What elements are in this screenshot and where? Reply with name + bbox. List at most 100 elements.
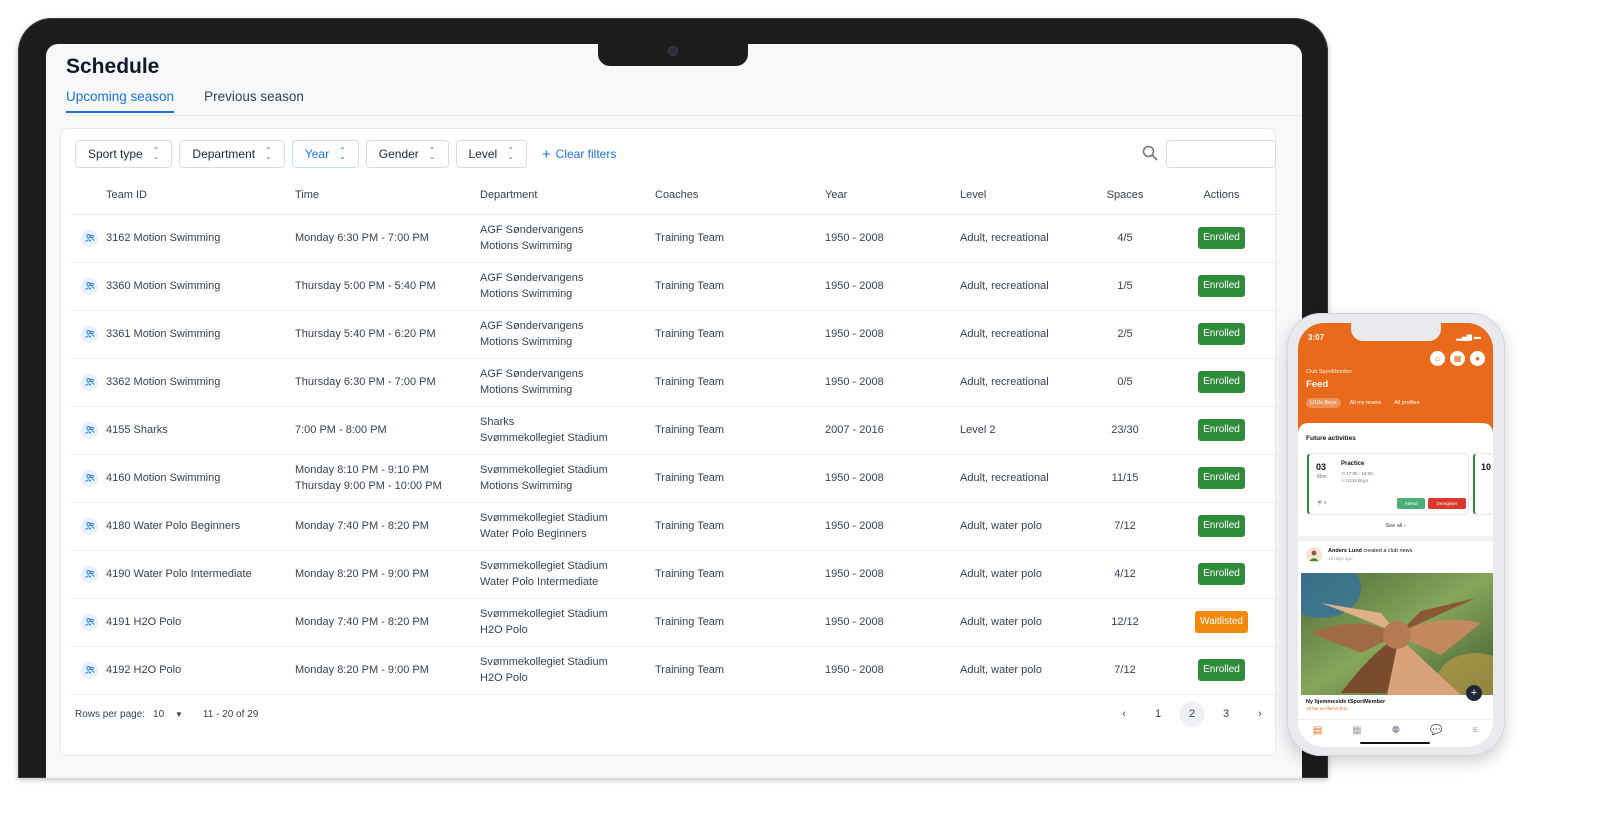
filter-label: Department <box>192 147 256 161</box>
time-line: Monday 7:40 PM - 8:20 PM <box>295 520 429 532</box>
filter-year[interactable]: Year ⌃ ⌄ <box>291 140 359 168</box>
table-row[interactable]: 3162 Motion Swimming Monday 6:30 PM - 7:0… <box>71 214 1278 263</box>
header-icons: ⌂ ▦ ● <box>1430 351 1485 366</box>
column-header-time[interactable]: Time <box>295 177 480 215</box>
cell-department: Svømmekollegiet Stadium Water Polo Beginn… <box>480 502 655 551</box>
attend-button[interactable]: Attend <box>1397 498 1425 509</box>
status-badge[interactable]: Waitlisted <box>1195 611 1248 633</box>
column-header-level[interactable]: Level <box>960 177 1085 215</box>
tab-previous-season[interactable]: Previous season <box>204 89 304 113</box>
activity-time: ◷ 17:00 - 18:00 <box>1341 471 1373 476</box>
status-badge[interactable]: Enrolled <box>1198 323 1245 345</box>
pill-all-profiles[interactable]: All profiles <box>1390 398 1423 408</box>
menu-tab-icon[interactable]: ≡ <box>1472 725 1478 736</box>
teams-tab-icon[interactable]: ⚉ <box>1391 725 1400 736</box>
home-icon[interactable]: ⌂ <box>1430 351 1445 366</box>
team-icon <box>81 613 98 631</box>
cell-coaches: Training Team <box>655 598 825 647</box>
cell-time: Monday 8:20 PM - 9:00 PM <box>295 646 480 695</box>
activity-name: Practice <box>1341 461 1365 467</box>
news-item[interactable]: Anders Lund created a club news 16 days … <box>1306 547 1412 563</box>
status-badge[interactable]: Enrolled <box>1198 515 1245 537</box>
table-row[interactable]: 4192 H2O Polo Monday 8:20 PM - 9:00 PM Svø… <box>71 646 1278 695</box>
see-all-link[interactable]: See all › <box>1298 523 1493 529</box>
time-line: Monday 7:40 PM - 8:20 PM <box>295 616 429 628</box>
cell-team: 3362 Motion Swimming <box>71 358 295 407</box>
cell-team: 3360 Motion Swimming <box>71 262 295 311</box>
cell-year: 1950 - 2008 <box>825 502 960 551</box>
search-icon[interactable] <box>1142 145 1158 166</box>
team-id: 4190 Water Polo Intermediate <box>106 568 252 580</box>
filter-gender[interactable]: Gender ⌃ ⌄ <box>365 140 449 168</box>
avatar[interactable]: ● <box>1470 351 1485 366</box>
table-row[interactable]: 4155 Sharks 7:00 PM - 8:00 PM Sharks Svømme… <box>71 406 1278 455</box>
status-badge[interactable]: Enrolled <box>1198 467 1245 489</box>
schedule-table: Team ID Time Department Coaches Year Lev… <box>71 177 1278 695</box>
department-line: Sharks <box>480 416 515 428</box>
table-row[interactable]: 3360 Motion Swimming Thursday 5:00 PM - 5… <box>71 262 1278 311</box>
table-row[interactable]: 3362 Motion Swimming Thursday 6:30 PM - 7… <box>71 358 1278 407</box>
column-header-year[interactable]: Year <box>825 177 960 215</box>
rows-per-page-label: Rows per page: <box>75 709 146 720</box>
cell-team: 4191 H2O Polo <box>71 598 295 647</box>
news-headline: Anders Lund created a club news <box>1328 547 1412 555</box>
activity-card[interactable]: 03 Mon Practice ◷ 17:00 - 18:00 ⚇ U12s B… <box>1307 453 1469 515</box>
status-badge[interactable]: Enrolled <box>1198 371 1245 393</box>
column-header-coaches[interactable]: Coaches <box>655 177 825 215</box>
table-row[interactable]: 3361 Motion Swimming Thursday 5:40 PM - 6… <box>71 310 1278 359</box>
filter-level[interactable]: Level ⌃ ⌄ <box>455 140 527 168</box>
cell-department: Svømmekollegiet Stadium H2O Polo <box>480 646 655 695</box>
page-3[interactable]: 3 <box>1213 701 1239 727</box>
pill-u12s-boys[interactable]: U12s Boys <box>1306 398 1341 408</box>
team-cell: 4180 Water Polo Beginners <box>71 517 295 535</box>
table-row[interactable]: 4160 Motion Swimming Monday 8:10 PM - 9:1… <box>71 454 1278 503</box>
clear-filters-button[interactable]: + Clear filters <box>534 140 616 168</box>
filter-label: Gender <box>378 147 419 161</box>
status-badge[interactable]: Enrolled <box>1198 227 1245 249</box>
calendar-tab-icon[interactable]: ▦ <box>1352 725 1361 736</box>
filter-sport-type[interactable]: Sport type ⌃ ⌄ <box>75 140 173 168</box>
table-row[interactable]: 4191 H2O Polo Monday 7:40 PM - 8:20 PM Svø… <box>71 598 1278 647</box>
add-button[interactable]: + <box>1466 685 1482 701</box>
chat-tab-icon[interactable]: 💬 <box>1430 725 1442 736</box>
cell-department: Svømmekollegiet Stadium Water Polo Interm… <box>480 550 655 599</box>
filter-label: Level <box>468 147 498 161</box>
time-line: Monday 6:30 PM - 7:00 PM <box>295 232 429 244</box>
pill-all-my-teams[interactable]: All my teams <box>1346 398 1385 408</box>
column-header-spaces[interactable]: Spaces <box>1085 177 1165 215</box>
activity-card-next[interactable]: 10 <box>1473 453 1493 515</box>
status-badge[interactable]: Enrolled <box>1198 659 1245 681</box>
team-icon <box>81 277 98 295</box>
page-1[interactable]: 1 <box>1145 701 1171 727</box>
cell-actions: Enrolled <box>1165 406 1278 455</box>
section-divider <box>1298 536 1493 541</box>
status-badge[interactable]: Enrolled <box>1198 275 1245 297</box>
calendar-icon[interactable]: ▦ <box>1450 351 1465 366</box>
page-2[interactable]: 2 <box>1179 701 1205 727</box>
team-id: 3361 Motion Swimming <box>106 328 221 340</box>
cell-actions: Enrolled <box>1165 454 1278 503</box>
feed-tab-icon[interactable]: ▤ <box>1313 725 1322 736</box>
cell-actions: Enrolled <box>1165 358 1278 407</box>
deregister-button[interactable]: Deregister <box>1428 498 1466 509</box>
chevron-left-icon[interactable]: ‹ <box>1111 701 1137 727</box>
filter-department[interactable]: Department ⌃ ⌄ <box>179 140 285 168</box>
status-time: 3:07 <box>1308 333 1325 342</box>
news-photo[interactable] <box>1301 573 1493 695</box>
status-badge[interactable]: Enrolled <box>1198 419 1245 441</box>
status-badge[interactable]: Enrolled <box>1198 563 1245 585</box>
cell-spaces: 2/5 <box>1085 310 1165 359</box>
cell-year: 1950 - 2008 <box>825 310 960 359</box>
search-input[interactable] <box>1166 140 1276 168</box>
column-header-department[interactable]: Department <box>480 177 655 215</box>
cell-actions: Enrolled <box>1165 214 1278 263</box>
table-row[interactable]: 4190 Water Polo Intermediate Monday 8:20 … <box>71 550 1278 599</box>
rows-per-page-select[interactable]: 10 ▼ <box>153 709 183 720</box>
cell-level: Adult, water polo <box>960 598 1085 647</box>
column-header-team-id[interactable]: Team ID <box>71 177 295 215</box>
tab-upcoming-season[interactable]: Upcoming season <box>66 89 175 113</box>
club-name: Club SportMember <box>1306 369 1353 375</box>
chevron-right-icon[interactable]: › <box>1247 701 1273 727</box>
table-row[interactable]: 4180 Water Polo Beginners Monday 7:40 PM … <box>71 502 1278 551</box>
team-cell: 3362 Motion Swimming <box>71 373 295 391</box>
